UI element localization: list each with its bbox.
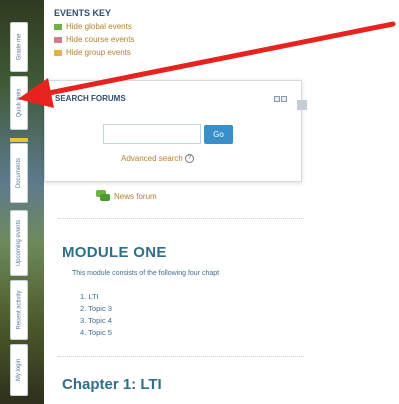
annotation-arrow-icon: [18, 21, 396, 108]
